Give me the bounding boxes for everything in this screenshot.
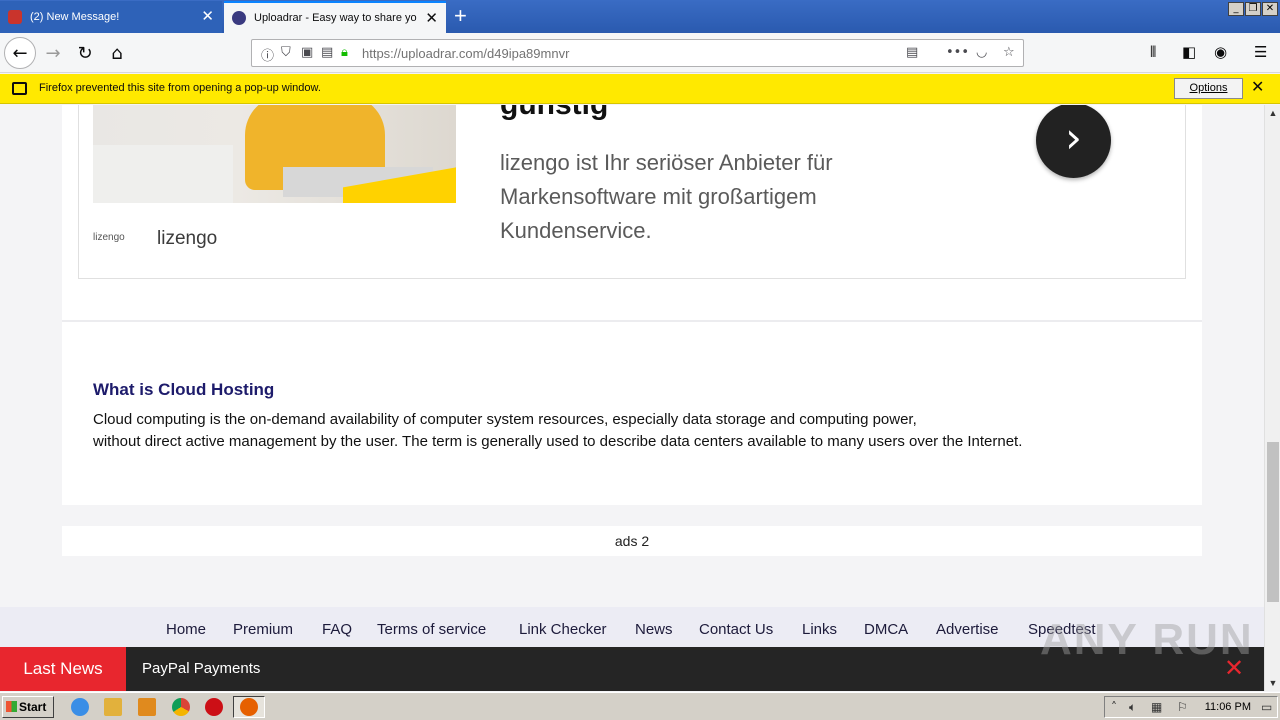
reload-button[interactable]: ↻ <box>69 37 101 69</box>
close-tab-icon[interactable]: ✕ <box>201 9 214 24</box>
page-actions-icon[interactable]: ••• <box>946 45 969 60</box>
url-bar[interactable]: ⓘ ⛉ ▣ ▤ 🔒︎ https://uploadrar.com/d49ipa8… <box>251 39 1024 67</box>
info-body: Cloud computing is the on-demand availab… <box>93 409 1093 453</box>
tab-title: (2) New Message! <box>30 11 120 23</box>
ad-logo[interactable]: lizengo <box>93 232 125 243</box>
ad-headline[interactable]: günstig <box>500 105 608 122</box>
bookmark-star-icon[interactable]: ☆ <box>1003 45 1015 60</box>
menu-icon[interactable]: ☰ <box>1254 43 1267 61</box>
start-button[interactable]: Start <box>2 696 54 718</box>
info-title: What is Cloud Hosting <box>93 380 275 399</box>
ad-banner[interactable]: lizengo lizengo günstig lizengo ist Ihr … <box>78 105 1186 279</box>
info-line: Cloud computing is the on-demand availab… <box>93 411 917 428</box>
forward-button[interactable]: → <box>37 37 69 69</box>
chevron-up-icon[interactable]: ˄ <box>1111 700 1117 714</box>
popup-blocked-icon[interactable]: ▤ <box>321 45 333 60</box>
chevron-right-icon[interactable]: › <box>1036 105 1111 178</box>
popup-notice-text: Firefox prevented this site from opening… <box>39 82 321 94</box>
info-icon[interactable]: ⓘ <box>261 45 274 64</box>
ads-placeholder: ads 2 <box>62 526 1202 556</box>
popup-blocked-icon <box>12 82 27 95</box>
footer-link-dmca[interactable]: DMCA <box>864 621 908 638</box>
shield-icon[interactable]: ⛉ <box>281 45 291 60</box>
home-button[interactable]: ⌂ <box>101 37 133 69</box>
ad-body-line: Kundenservice. <box>500 218 652 243</box>
firefox-taskbar-button[interactable] <box>233 696 265 718</box>
url-text[interactable]: https://uploadrar.com/d49ipa89mnvr <box>362 46 569 61</box>
tab-uploadrar[interactable]: Uploadrar - Easy way to share yo ✕ <box>224 1 446 33</box>
tab-new-message[interactable]: (2) New Message! ✕ <box>0 1 222 33</box>
restore-window-button[interactable]: ❐ <box>1245 2 1261 16</box>
scrollbar-thumb[interactable] <box>1267 442 1279 602</box>
flag-icon[interactable]: ⚐ <box>1177 700 1188 714</box>
ad-image[interactable] <box>93 105 456 203</box>
ad-body-line: lizengo ist Ihr seriöser Anbieter für <box>500 150 833 175</box>
pocket-icon[interactable]: ◡ <box>976 45 987 60</box>
watermark-logo: ANY RUN <box>1040 615 1254 664</box>
navigation-toolbar: ← → ↻ ⌂ ⓘ ⛉ ▣ ▤ 🔒︎ https://uploadrar.com… <box>0 33 1280 73</box>
scroll-up-icon[interactable]: ▲ <box>1265 105 1280 121</box>
scroll-down-icon[interactable]: ▼ <box>1265 675 1280 691</box>
footer-link-faq[interactable]: FAQ <box>322 621 352 638</box>
site-favicon-icon <box>232 11 246 25</box>
lock-icon[interactable]: 🔒︎ <box>341 45 348 60</box>
ad-brand-name[interactable]: lizengo <box>157 228 217 250</box>
permissions-icon[interactable]: ▣ <box>301 45 313 60</box>
close-window-button[interactable]: ✕ <box>1262 2 1278 16</box>
close-tab-icon[interactable]: ✕ <box>425 11 438 26</box>
footer-link-home[interactable]: Home <box>166 621 206 638</box>
tab-title: Uploadrar - Easy way to share yo <box>254 12 417 24</box>
popup-blocked-notification: Firefox prevented this site from opening… <box>0 74 1280 104</box>
info-card: What is Cloud Hosting Cloud computing is… <box>62 320 1202 505</box>
windows-logo-icon <box>6 701 17 712</box>
system-tray: ˄ 🔈︎ ▦ ⚐ 11:06 PM ▭ <box>1104 696 1278 718</box>
footer-link-premium[interactable]: Premium <box>233 621 293 638</box>
network-icon[interactable]: ▦ <box>1151 700 1162 714</box>
footer-link-terms[interactable]: Terms of service <box>377 621 486 638</box>
news-item[interactable]: PayPal Payments <box>142 660 260 677</box>
folder-icon[interactable] <box>104 698 122 716</box>
media-player-icon[interactable] <box>138 698 156 716</box>
firefox-icon <box>240 698 258 716</box>
footer-link-links[interactable]: Links <box>802 621 837 638</box>
footer-link-advertise[interactable]: Advertise <box>936 621 999 638</box>
close-icon[interactable]: ✕ <box>1251 80 1264 96</box>
start-label: Start <box>19 700 47 714</box>
back-button[interactable]: ← <box>4 37 36 69</box>
show-desktop-icon[interactable]: ▭ <box>1261 700 1272 714</box>
library-icon[interactable]: ⫴ <box>1150 43 1156 61</box>
minimize-window-button[interactable]: _ <box>1228 2 1244 16</box>
footer-link-link-checker[interactable]: Link Checker <box>519 621 607 638</box>
ad-body-line: Markensoftware mit großartigem <box>500 184 817 209</box>
site-favicon-icon <box>8 10 22 24</box>
footer-link-contact[interactable]: Contact Us <box>699 621 773 638</box>
sidebar-icon[interactable]: ◧ <box>1182 43 1196 61</box>
popup-options-button[interactable]: Options <box>1174 78 1243 99</box>
taskbar: Start ˄ 🔈︎ ▦ ⚐ 11:06 PM ▭ <box>0 692 1280 720</box>
ad-panel: lizengo lizengo günstig lizengo ist Ihr … <box>62 105 1202 320</box>
volume-icon[interactable]: 🔈︎ <box>1129 700 1136 715</box>
ad-body[interactable]: lizengo ist Ihr seriöser Anbieter für Ma… <box>500 146 930 248</box>
page-viewport: lizengo lizengo günstig lizengo ist Ihr … <box>0 105 1264 691</box>
opera-icon[interactable] <box>205 698 223 716</box>
info-line: without direct active management by the … <box>93 433 1023 450</box>
account-icon[interactable]: ◉ <box>1214 43 1227 61</box>
news-label: Last News <box>0 647 126 691</box>
chrome-icon[interactable] <box>172 698 190 716</box>
footer-link-news[interactable]: News <box>635 621 673 638</box>
clock: 11:06 PM <box>1204 701 1251 713</box>
page-scrollbar[interactable]: ▲ ▼ <box>1264 105 1280 691</box>
plus-icon[interactable]: + <box>454 4 467 28</box>
reader-view-icon[interactable]: ▤ <box>906 45 918 60</box>
internet-explorer-icon[interactable] <box>71 698 89 716</box>
tab-strip: (2) New Message! ✕ Uploadrar - Easy way … <box>0 0 1280 33</box>
